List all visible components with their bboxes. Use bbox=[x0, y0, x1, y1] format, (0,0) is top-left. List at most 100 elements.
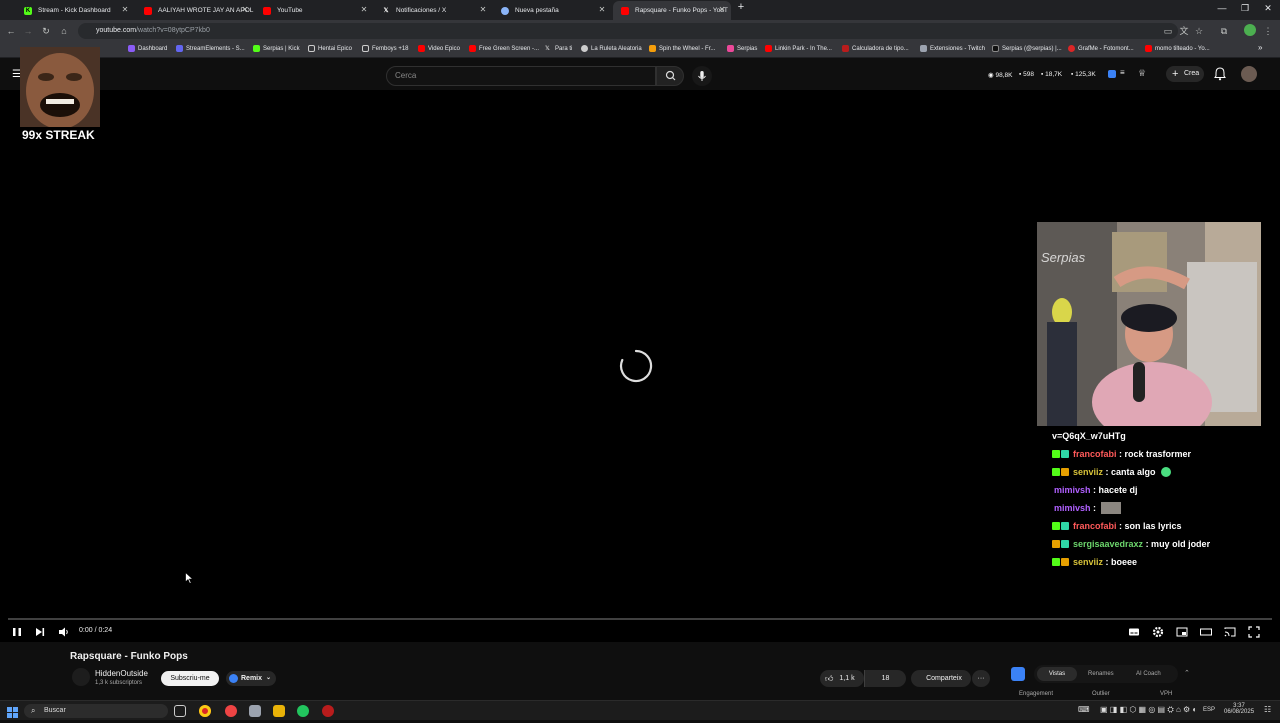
close-tab-icon[interactable]: ✕ bbox=[120, 5, 130, 14]
profile-avatar-icon[interactable] bbox=[1244, 24, 1256, 36]
miniplayer-icon bbox=[1176, 627, 1188, 637]
bookmarks-overflow-icon[interactable]: » bbox=[1258, 43, 1262, 52]
tray-keyboard-icon[interactable]: ⌨ bbox=[1078, 705, 1090, 714]
theater-mode-button[interactable] bbox=[1199, 625, 1213, 639]
user-avatar[interactable] bbox=[1241, 66, 1257, 82]
close-tab-icon[interactable]: ✕ bbox=[597, 5, 607, 14]
language-indicator[interactable]: ESP bbox=[1203, 707, 1215, 713]
back-icon[interactable]: ← bbox=[5, 25, 17, 37]
bookmark-item[interactable]: Femboys +18 bbox=[362, 45, 409, 52]
spotify-icon[interactable] bbox=[297, 705, 309, 717]
share-button[interactable]: Comparteix bbox=[911, 670, 971, 687]
remix-button[interactable]: Remix ⌄ bbox=[226, 671, 276, 686]
bookmark-item[interactable]: Serpias bbox=[727, 45, 757, 52]
chevron-up-icon[interactable]: ⌃ bbox=[1184, 669, 1190, 677]
cast-button[interactable] bbox=[1223, 625, 1237, 639]
address-bar[interactable]: youtube.com/watch?v=08ytpCP7kb0 bbox=[78, 23, 1178, 39]
bookmark-item[interactable]: GrafMe - Fotomont... bbox=[1068, 45, 1134, 52]
clock[interactable]: 3:37 06/08/2025 bbox=[1224, 703, 1254, 715]
notifications-bell-icon[interactable] bbox=[1214, 67, 1226, 86]
close-tab-icon[interactable]: ✕ bbox=[478, 5, 488, 14]
bookmark-item[interactable]: Extensiones - Twitch bbox=[920, 45, 985, 52]
bookmark-item[interactable]: Serpias | Kick bbox=[253, 45, 300, 52]
tab-rapsquare-active[interactable]: Rapsquare - Funko Pops - YouT ✕ bbox=[613, 1, 731, 20]
pause-button[interactable] bbox=[10, 625, 24, 639]
stat-count: ▪ 125,3K bbox=[1071, 71, 1096, 78]
tab-youtube[interactable]: YouTube ✕ bbox=[255, 1, 373, 20]
close-tab-icon[interactable]: ✕ bbox=[717, 5, 727, 14]
file-explorer-icon[interactable] bbox=[273, 705, 285, 717]
taskbar-search[interactable]: ⌕ Buscar bbox=[24, 704, 168, 718]
tab-aaliyah-video[interactable]: AALIYAH WROTE JAY AN APOL ✕ bbox=[136, 1, 254, 20]
minimize-icon[interactable]: — bbox=[1212, 3, 1232, 13]
browser-taskbar-icon[interactable] bbox=[225, 705, 237, 717]
bookmark-item[interactable]: momo tilteado - Yo... bbox=[1145, 45, 1210, 52]
youtube-header: ☰ Cerca ◉ 98,8K ▪ 598 ▪ 18,7K ▪ 125,3K ≡… bbox=[0, 58, 1280, 90]
tab-new-tab[interactable]: Nueva pestaña ✕ bbox=[493, 1, 611, 20]
bookmark-item[interactable]: 𝕏 Para ti bbox=[545, 45, 572, 53]
bookmark-item[interactable]: Video Epico bbox=[418, 45, 460, 52]
close-tab-icon[interactable]: ✕ bbox=[359, 5, 369, 14]
fullscreen-button[interactable] bbox=[1247, 625, 1261, 639]
channel-name[interactable]: HiddenOutside bbox=[95, 669, 148, 678]
channel-avatar[interactable] bbox=[72, 668, 90, 686]
maximize-icon[interactable]: ❐ bbox=[1235, 3, 1255, 14]
home-icon[interactable]: ⌂ bbox=[58, 25, 70, 37]
chat-text: : hacete dj bbox=[1090, 485, 1138, 495]
subscribe-button[interactable]: Subscriu-me bbox=[161, 671, 219, 686]
chrome-taskbar-icon[interactable] bbox=[199, 705, 211, 717]
windows-start-icon[interactable] bbox=[7, 705, 18, 723]
search-button[interactable] bbox=[656, 66, 684, 86]
bookmark-item[interactable]: Calculadora de tipo... bbox=[842, 45, 909, 52]
tab-kick-dashboard[interactable]: K Stream - Kick Dashboard ✕ bbox=[16, 1, 134, 20]
dislike-button[interactable]: 18 bbox=[864, 670, 906, 687]
obs-icon[interactable] bbox=[322, 705, 334, 717]
trophy-icon[interactable]: ♕ bbox=[1138, 68, 1146, 79]
bookmark-item[interactable]: Hentai Epico bbox=[308, 45, 352, 52]
bookmark-item[interactable]: StreamElements - S... bbox=[176, 45, 245, 52]
like-button[interactable]: 👍︎ 1,1 k bbox=[820, 670, 864, 687]
cast-icon[interactable]: ▭ bbox=[1162, 25, 1174, 37]
stat-icon: ▪ bbox=[1019, 71, 1022, 78]
vidiq-panel: Vistas Renames AI Coach ⌃ Engagement Out… bbox=[1008, 664, 1198, 700]
tray-icons[interactable]: ▣ ◨ ◧ ⬡ ▦ ◎ ▤ ⛭ ⌂ ⚙ ◐ bbox=[1100, 705, 1197, 715]
bookmark-item[interactable]: Linkin Park - In The... bbox=[765, 45, 832, 52]
settings-button[interactable] bbox=[1151, 625, 1165, 639]
video-title: Rapsquare - Funko Pops bbox=[70, 651, 188, 662]
video-progress-bar[interactable] bbox=[8, 618, 1272, 620]
reload-icon[interactable]: ↻ bbox=[40, 25, 52, 37]
next-button[interactable] bbox=[33, 625, 47, 639]
close-tab-icon[interactable]: ✕ bbox=[240, 5, 250, 14]
voice-search-button[interactable] bbox=[692, 66, 712, 86]
chat-text: : muy old joder bbox=[1143, 539, 1211, 549]
notification-center-icon[interactable]: ☷ bbox=[1264, 705, 1271, 714]
app-taskbar-icon[interactable] bbox=[249, 705, 261, 717]
task-view-icon[interactable] bbox=[174, 705, 186, 717]
volume-button[interactable] bbox=[57, 625, 71, 639]
bookmark-item[interactable]: Free Green Screen -... bbox=[469, 45, 539, 52]
bookmark-star-icon[interactable]: ☆ bbox=[1193, 25, 1205, 37]
close-window-icon[interactable]: ✕ bbox=[1258, 3, 1278, 14]
translate-icon[interactable]: 文 bbox=[1178, 25, 1190, 37]
tab-notifications-x[interactable]: 𝕏 Notificaciones / X ✕ bbox=[374, 1, 492, 20]
new-tab-button[interactable]: + bbox=[731, 1, 751, 13]
create-button[interactable]: + Crea bbox=[1166, 66, 1204, 82]
forward-icon[interactable]: → bbox=[22, 25, 34, 37]
vidiq-tab-ai-coach[interactable]: AI Coach bbox=[1136, 667, 1161, 681]
bookmark-item[interactable]: Serpias (@serpias) |... bbox=[992, 45, 1062, 52]
miniplayer-button[interactable] bbox=[1175, 625, 1189, 639]
bookmark-item[interactable]: Dashboard bbox=[128, 45, 167, 52]
vidiq-tab-views[interactable]: Vistas bbox=[1037, 667, 1077, 681]
more-actions-button[interactable]: ··· bbox=[972, 670, 990, 687]
browser-menu-icon[interactable]: ⋮ bbox=[1262, 25, 1274, 37]
search-input[interactable]: Cerca bbox=[386, 66, 656, 86]
bookmark-item[interactable]: La Ruleta Aleatoria bbox=[581, 45, 642, 52]
vidiq-icon[interactable] bbox=[1108, 70, 1116, 78]
stat-views: ◉ 98,8K bbox=[988, 72, 1013, 79]
vidiq-tab-renames[interactable]: Renames bbox=[1088, 667, 1114, 681]
chat-message: sergisaavedraxz : muy old joder bbox=[1052, 535, 1280, 553]
extensions-icon[interactable]: ⧉ bbox=[1218, 25, 1230, 37]
subtitles-button[interactable] bbox=[1127, 625, 1141, 639]
list-icon[interactable]: ≡ bbox=[1120, 68, 1125, 77]
bookmark-item[interactable]: Spin the Wheel - Fr... bbox=[649, 45, 715, 52]
